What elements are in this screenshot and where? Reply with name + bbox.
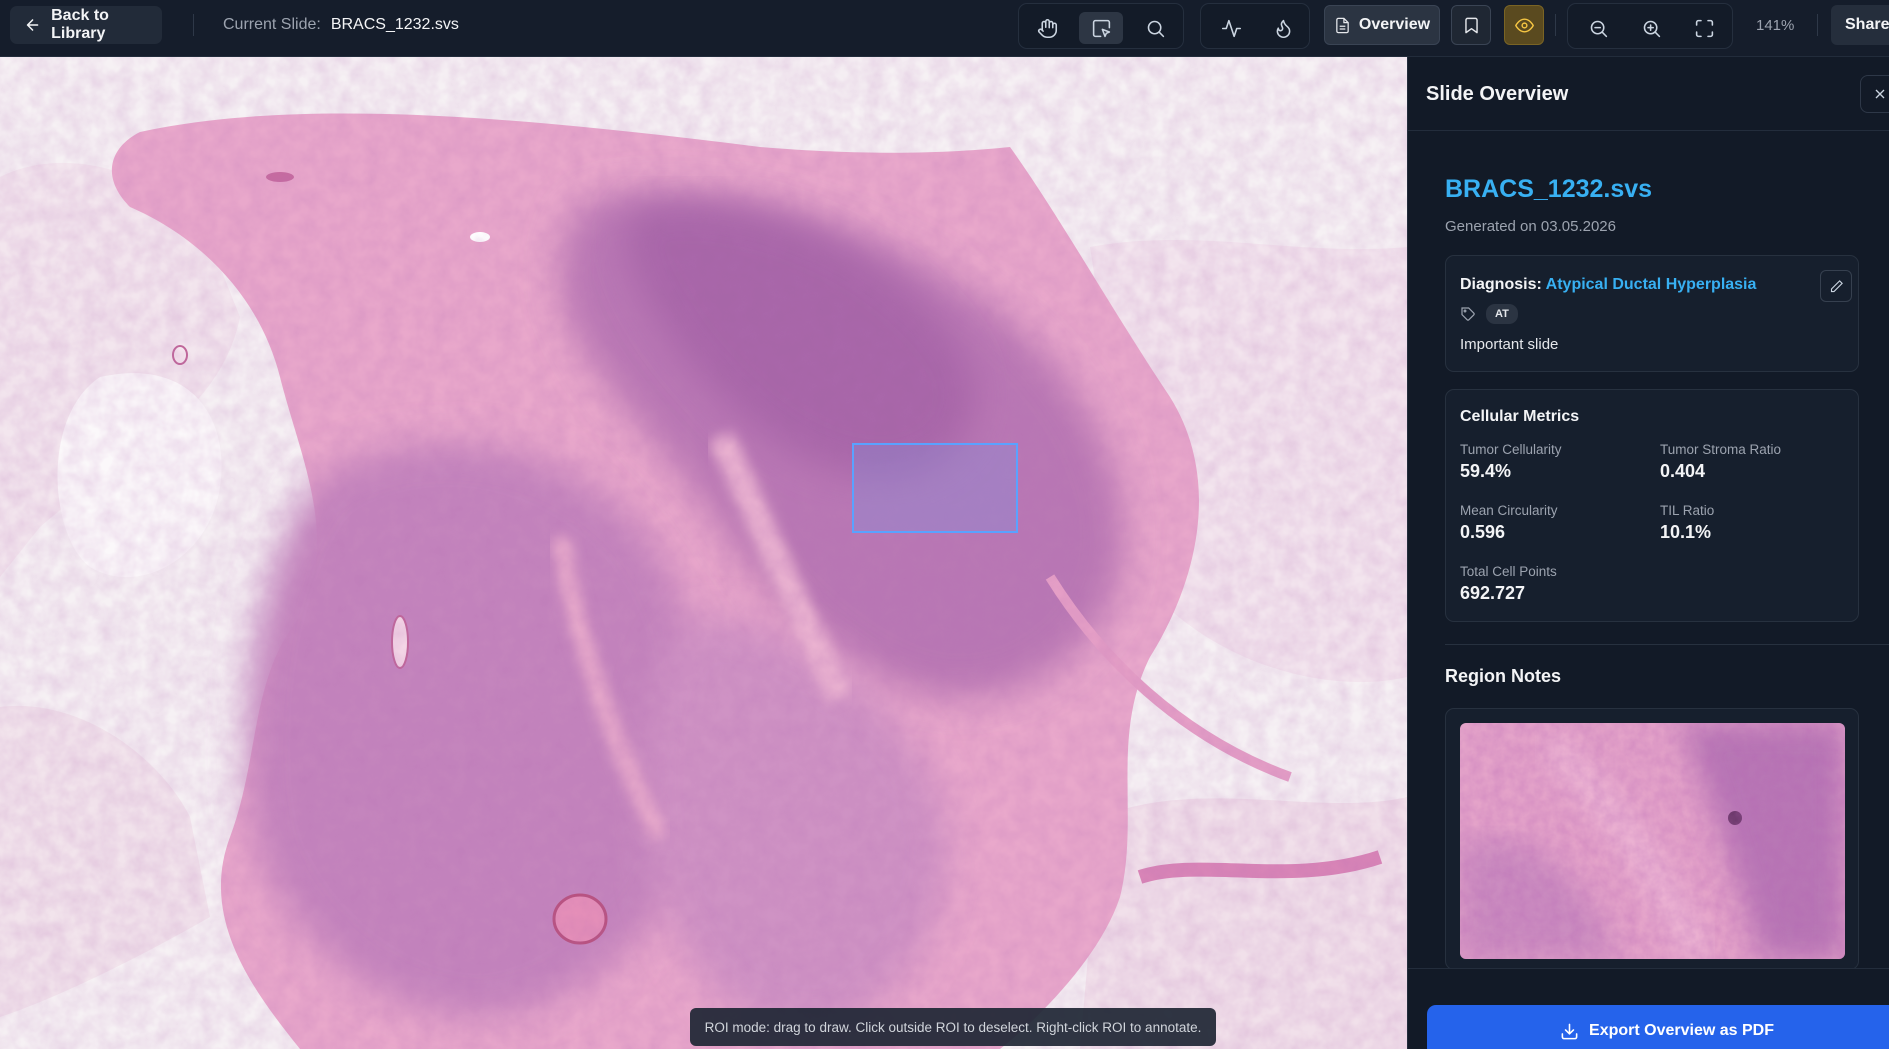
analysis-tool-group	[1200, 3, 1310, 49]
slide-overview-panel: Slide Overview BRACS_1232.svs Generated …	[1407, 57, 1889, 1049]
edit-diagnosis-button[interactable]	[1820, 270, 1852, 302]
panel-header: Slide Overview	[1408, 57, 1889, 131]
export-pdf-button[interactable]: Export Overview as PDF	[1427, 1005, 1889, 1049]
divider	[193, 14, 194, 36]
tag-row: AT	[1460, 304, 1518, 324]
slide-viewer-canvas[interactable]: ROI mode: drag to draw. Click outside RO…	[0, 57, 1407, 1049]
zoom-in-icon	[1643, 20, 1660, 37]
roi-select-tool-button[interactable]	[1079, 12, 1123, 44]
navigation-tool-group	[1018, 3, 1184, 49]
diagnosis-label: Diagnosis:	[1460, 276, 1542, 293]
overview-button[interactable]: Overview	[1324, 5, 1440, 45]
cellular-metrics-card: Cellular Metrics Tumor Cellularity 59.4%…	[1445, 389, 1859, 622]
flame-icon	[1276, 19, 1290, 38]
heatmap-tool-button[interactable]	[1261, 12, 1305, 44]
region-note-card	[1445, 708, 1859, 970]
current-slide-value: BRACS_1232.svs	[330, 16, 459, 33]
metrics-title: Cellular Metrics	[1460, 408, 1580, 425]
roi-mode-hint: ROI mode: drag to draw. Click outside RO…	[690, 1008, 1216, 1046]
current-slide-info: Current Slide: BRACS_1232.svs	[223, 16, 459, 34]
export-footer: Export Overview as PDF	[1408, 968, 1889, 1049]
region-thumbnail[interactable]	[1460, 723, 1845, 959]
search-tool-button[interactable]	[1133, 12, 1177, 44]
activity-icon	[1221, 19, 1241, 37]
metric-tumor-stroma-ratio: Tumor Stroma Ratio 0.404	[1660, 442, 1781, 482]
diagnosis-note: Important slide	[1460, 336, 1559, 353]
zoom-out-button[interactable]	[1576, 12, 1620, 44]
metric-value: 0.596	[1460, 522, 1506, 542]
diagnosis-card: Diagnosis: Atypical Ductal Hyperplasia A…	[1445, 255, 1859, 372]
fullscreen-button[interactable]	[1682, 12, 1726, 44]
section-divider	[1445, 644, 1889, 645]
document-icon	[1336, 17, 1349, 33]
metric-label: Total Cell Points	[1460, 564, 1557, 579]
divider	[1555, 14, 1556, 36]
metric-label: TIL Ratio	[1660, 503, 1715, 518]
diagnosis-line: Diagnosis: Atypical Ductal Hyperplasia	[1460, 276, 1756, 294]
metric-tumor-cellularity: Tumor Cellularity 59.4%	[1460, 442, 1562, 482]
metric-label: Mean Circularity	[1460, 503, 1558, 518]
bookmark-icon	[1464, 17, 1478, 33]
arrow-left-icon	[26, 19, 39, 31]
region-thumbnail-image	[1460, 723, 1845, 959]
eye-icon	[1514, 17, 1534, 33]
metric-til-ratio: TIL Ratio 10.1%	[1660, 503, 1714, 543]
region-notes-title: Region Notes	[1445, 666, 1562, 686]
tag-icon	[1461, 307, 1475, 321]
metric-total-cell-points: Total Cell Points 692.727	[1460, 564, 1557, 604]
back-to-library-button[interactable]: Back to Library	[10, 6, 162, 44]
current-slide-label: Current Slide:	[223, 16, 321, 33]
activity-tool-button[interactable]	[1209, 12, 1253, 44]
close-panel-button[interactable]	[1860, 75, 1889, 113]
slide-name-heading: BRACS_1232.svs	[1445, 175, 1653, 203]
pan-hand-icon	[1037, 18, 1057, 38]
roi-select-icon	[1092, 19, 1110, 37]
close-icon	[1875, 89, 1885, 99]
generated-date: Generated on 03.05.2026	[1445, 218, 1616, 235]
overview-label: Overview	[1358, 16, 1431, 33]
top-toolbar: Back to Library Current Slide: BRACS_123…	[0, 0, 1889, 57]
download-icon	[1561, 1023, 1578, 1039]
zoom-level-readout: 141%	[1756, 17, 1795, 34]
metric-label: Tumor Stroma Ratio	[1660, 442, 1782, 457]
tissue-slide-image	[0, 57, 1407, 1049]
diagnosis-value: Atypical Ductal Hyperplasia	[1545, 276, 1757, 293]
pan-tool-button[interactable]	[1025, 12, 1069, 44]
share-button[interactable]: Share	[1831, 5, 1889, 45]
metric-value: 10.1%	[1660, 522, 1712, 542]
metric-mean-circularity: Mean Circularity 0.596	[1460, 503, 1558, 543]
search-icon	[1147, 20, 1164, 37]
metric-value: 0.404	[1660, 461, 1706, 481]
export-label: Export Overview as PDF	[1589, 1022, 1774, 1039]
fullscreen-icon	[1695, 19, 1713, 37]
zoom-tool-group	[1567, 3, 1733, 49]
metric-label: Tumor Cellularity	[1460, 442, 1562, 457]
tag-chip[interactable]: AT	[1486, 304, 1518, 324]
zoom-out-icon	[1590, 20, 1607, 37]
visibility-toggle-button[interactable]	[1504, 5, 1544, 45]
roi-selection-box[interactable]	[852, 443, 1018, 533]
pencil-icon	[1830, 279, 1843, 292]
metric-value: 692.727	[1460, 583, 1526, 603]
back-label: Back to Library	[51, 7, 109, 42]
divider	[1817, 14, 1818, 36]
metric-value: 59.4%	[1460, 461, 1512, 481]
panel-title: Slide Overview	[1426, 83, 1569, 105]
zoom-in-button[interactable]	[1629, 12, 1673, 44]
bookmark-button[interactable]	[1451, 5, 1491, 45]
